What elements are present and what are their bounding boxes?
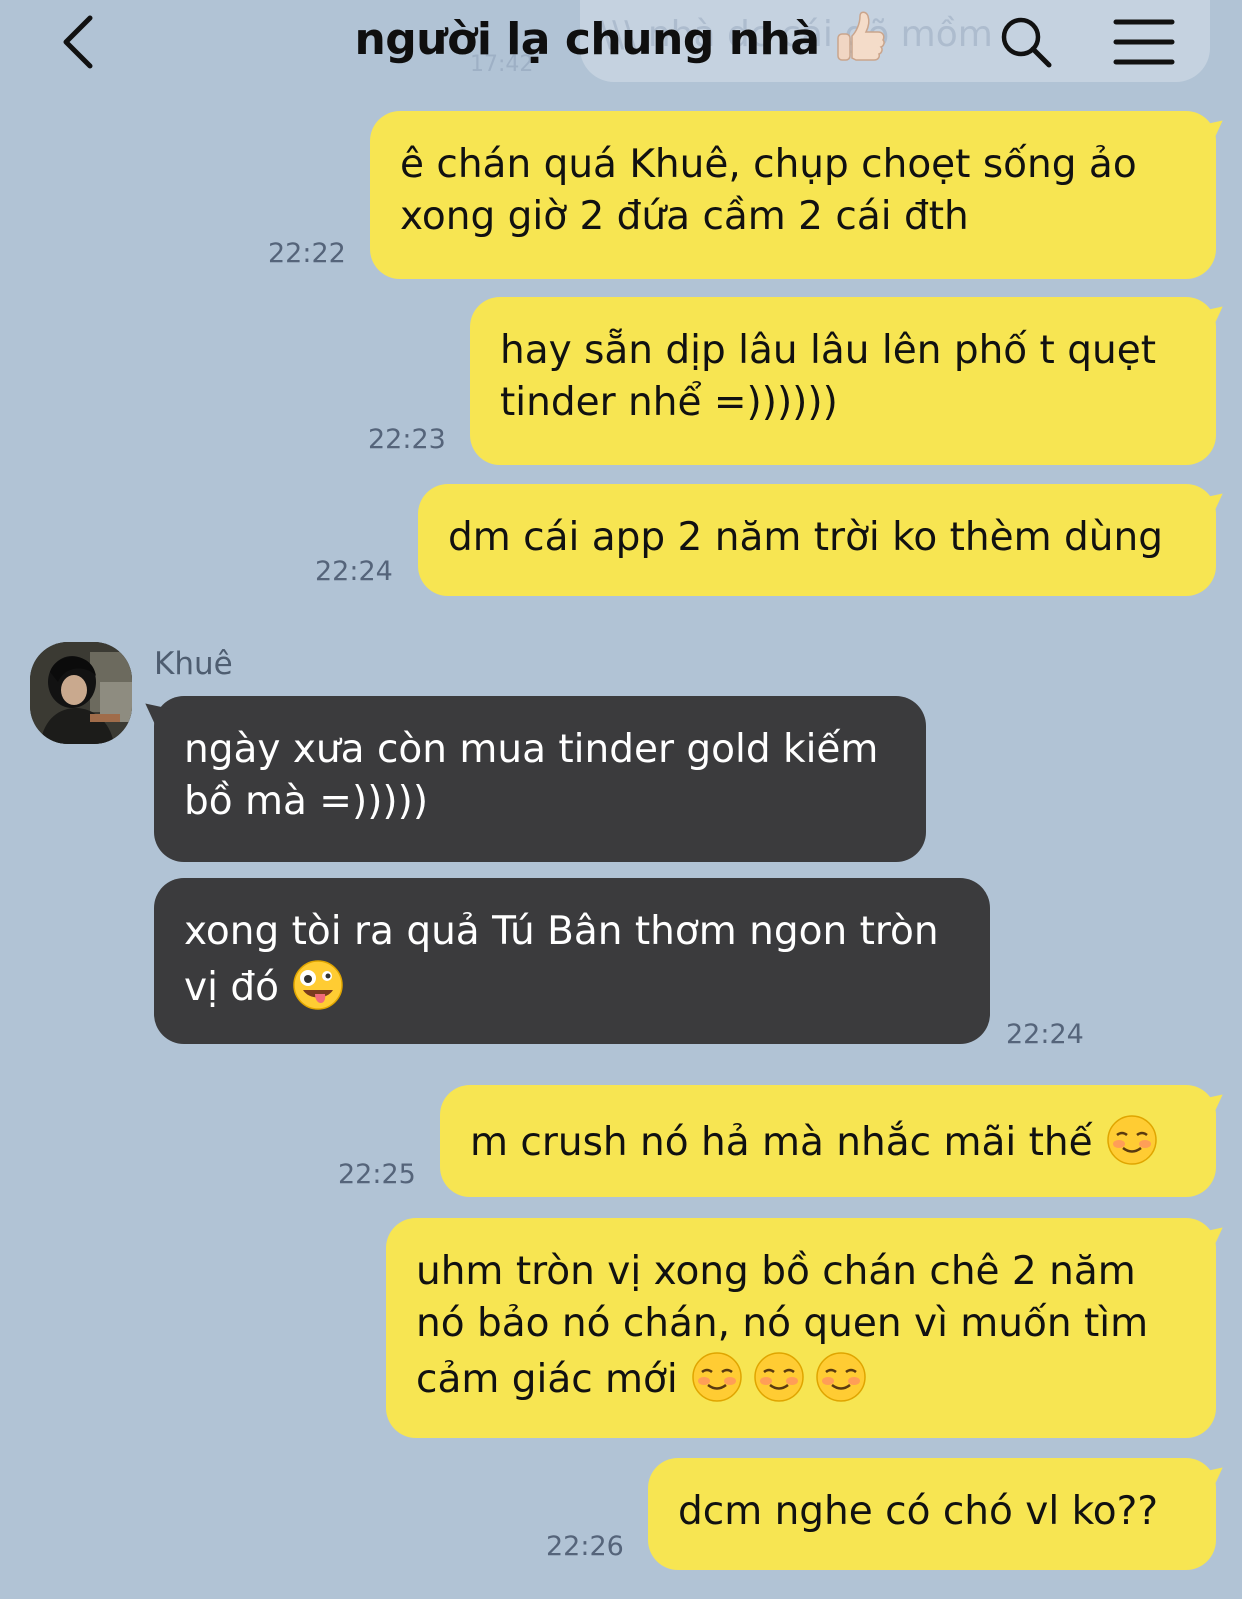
message-text-wrap: xong tòi ra quả Tú Bân thơm ngon tròn vị… xyxy=(184,906,939,1026)
chat-title-text: người lạ chung nhà xyxy=(354,14,820,65)
zany-face-emoji-icon xyxy=(291,958,345,1026)
search-button[interactable] xyxy=(996,12,1056,72)
message-timestamp: 22:24 xyxy=(315,556,393,587)
message-bubble-incoming[interactable]: xong tòi ra quả Tú Bân thơm ngon tròn vị… xyxy=(154,878,990,1044)
message-bubble-outgoing[interactable]: ê chán quá Khuê, chụp choẹt sống ảo xong… xyxy=(370,111,1231,279)
smiling-face-emoji-icon xyxy=(752,1350,806,1418)
bubble-tail xyxy=(1197,298,1231,332)
avatar-photo xyxy=(30,642,132,744)
message-bubble-outgoing[interactable]: uhm tròn vị xong bồ chán chê 2 năm nó bả… xyxy=(386,1218,1231,1438)
message-text: hay sẵn dịp lâu lâu lên phố t quẹt tinde… xyxy=(500,328,1156,425)
message-text: dcm nghe có chó vl ko?? xyxy=(678,1489,1159,1534)
message-bubble-outgoing[interactable]: hay sẵn dịp lâu lâu lên phố t quẹt tinde… xyxy=(470,297,1231,465)
message-timestamp: 22:24 xyxy=(1006,1019,1084,1050)
message-text: dm cái app 2 năm trời ko thèm dùng xyxy=(448,515,1163,560)
avatar[interactable] xyxy=(30,642,132,744)
menu-button[interactable] xyxy=(1112,14,1176,70)
message-bubble-incoming[interactable]: ngày xưa còn mua tinder gold kiếm bồ mà … xyxy=(137,695,926,862)
message-timestamp: 22:22 xyxy=(268,238,346,269)
message-bubble-outgoing[interactable]: dcm nghe có chó vl ko?? xyxy=(648,1458,1231,1570)
message-text-wrap: uhm tròn vị xong bồ chán chê 2 năm nó bả… xyxy=(416,1246,1148,1418)
bubble-tail xyxy=(1197,485,1231,519)
message-text: m crush nó hả mà nhắc mãi thế xyxy=(470,1120,1093,1165)
chat-header: \\\ nhà dc cái gõ mồm 17:42 người lạ chu… xyxy=(0,0,1242,84)
bubble-tail xyxy=(137,695,171,729)
message-text: ê chán quá Khuê, chụp choẹt sống ảo xong… xyxy=(400,142,1137,239)
thumbs-up-icon xyxy=(830,8,888,66)
bubble-tail xyxy=(1197,1459,1231,1493)
message-timestamp: 22:26 xyxy=(546,1531,624,1562)
message-bubble-outgoing[interactable]: dm cái app 2 năm trời ko thèm dùng xyxy=(418,484,1231,596)
bubble-tail xyxy=(1197,1219,1231,1253)
bubble-tail xyxy=(1197,112,1231,146)
smiling-face-emoji-icon xyxy=(690,1350,744,1418)
message-text-wrap: m crush nó hả mà nhắc mãi thế xyxy=(470,1113,1159,1181)
sender-name: Khuê xyxy=(154,646,233,682)
smiling-face-emoji-icon xyxy=(814,1350,868,1418)
message-timestamp: 22:23 xyxy=(368,424,446,455)
smiling-face-emoji-icon xyxy=(1105,1113,1159,1181)
message-bubble-outgoing[interactable]: m crush nó hả mà nhắc mãi thế xyxy=(440,1085,1231,1197)
message-timestamp: 22:25 xyxy=(338,1159,416,1190)
message-text: ngày xưa còn mua tinder gold kiếm bồ mà … xyxy=(184,727,879,824)
bubble-tail xyxy=(1197,1086,1231,1120)
hamburger-menu-icon xyxy=(1113,19,1175,65)
search-icon xyxy=(1001,17,1052,68)
